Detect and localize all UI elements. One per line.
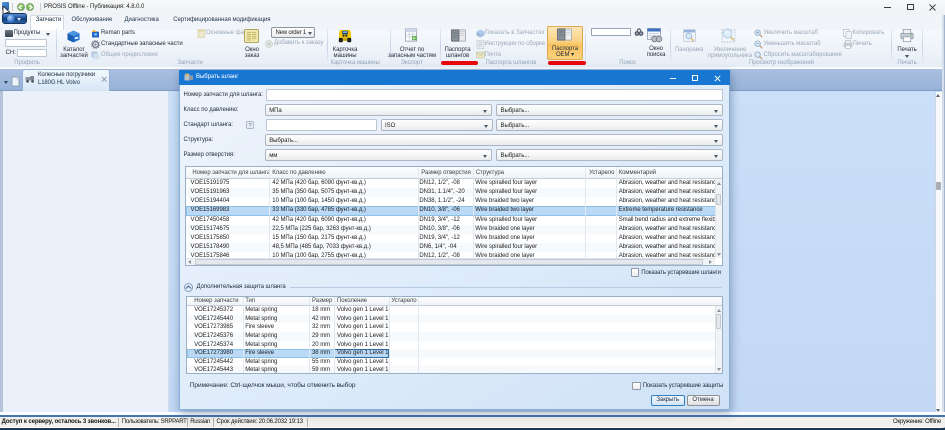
svg-text:?: ?	[248, 123, 251, 129]
